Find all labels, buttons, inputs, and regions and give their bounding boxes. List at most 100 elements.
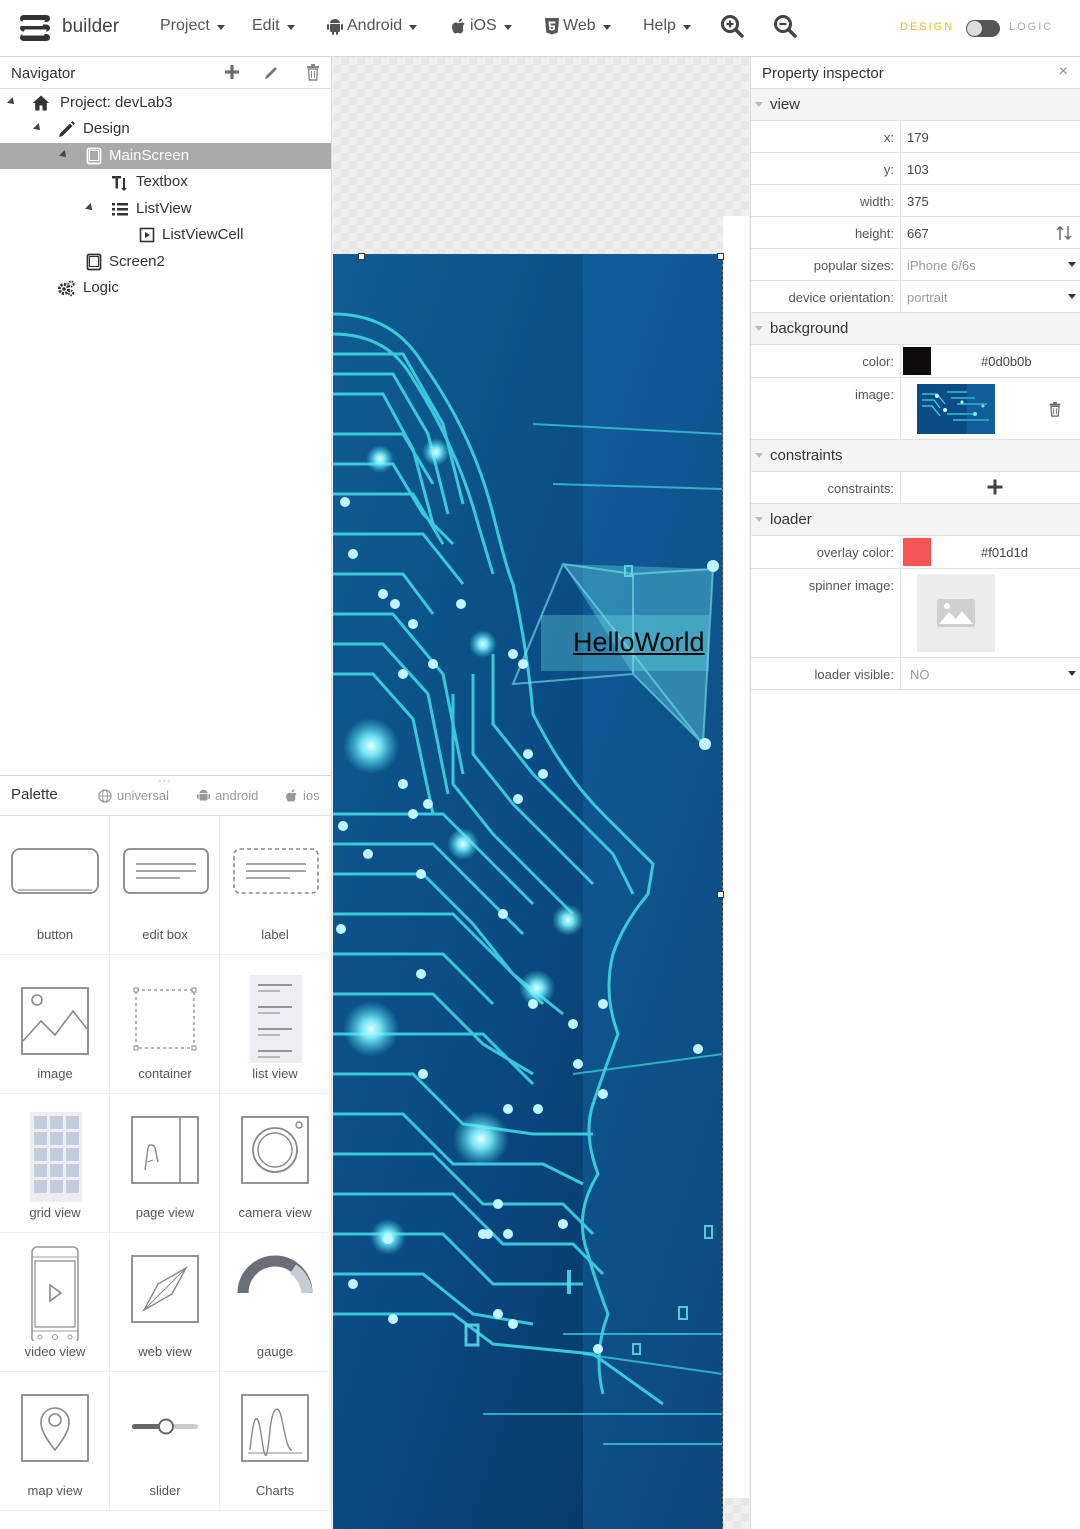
orientation-select[interactable]: portrait: [900, 281, 1080, 312]
resize-handle[interactable]: [717, 253, 724, 260]
palette-item-charts[interactable]: Charts: [220, 1372, 330, 1511]
palette-item-page-view[interactable]: page view: [110, 1094, 220, 1233]
helloworld-label[interactable]: HelloWorld: [541, 615, 709, 671]
overlay-color-input[interactable]: #f01d1d: [900, 536, 1080, 568]
width-input[interactable]: 375: [900, 185, 1080, 216]
android-icon: [327, 18, 343, 35]
prop-constraints: constraints:: [751, 472, 1080, 504]
spinner-image-input[interactable]: [900, 569, 1080, 657]
popular-sizes-select[interactable]: iPhone 6/6s: [900, 249, 1080, 280]
section-constraints[interactable]: constraints: [751, 440, 1080, 472]
collapse-arrow-icon[interactable]: [59, 150, 69, 160]
toggle-knob: [967, 21, 982, 36]
menu-android[interactable]: Android: [327, 17, 418, 35]
palette-tab-ios[interactable]: ios: [285, 788, 320, 803]
palette-item-image[interactable]: image: [0, 955, 110, 1094]
palette-item-gauge[interactable]: gauge: [220, 1233, 330, 1372]
color-swatch[interactable]: [903, 538, 931, 566]
loader-visible-select[interactable]: NO: [900, 658, 1080, 689]
palette-item-edit-box[interactable]: edit box: [110, 816, 220, 955]
palette-item-button[interactable]: button: [0, 816, 110, 955]
palette-item-video-view[interactable]: video view: [0, 1233, 110, 1372]
video-view-widget-icon: [31, 1246, 79, 1341]
palette-item-label[interactable]: label: [220, 816, 330, 955]
collapse-arrow-icon[interactable]: [33, 123, 43, 133]
menu-edit[interactable]: Edit: [252, 17, 295, 35]
tree-item-design[interactable]: Design: [0, 116, 331, 142]
tree-item-logic[interactable]: Logic: [0, 275, 331, 301]
trash-icon[interactable]: [1047, 400, 1063, 418]
gauge-widget-icon: [237, 1255, 313, 1294]
tree-item-mainscreen[interactable]: MainScreen: [0, 143, 331, 169]
design-mode-label[interactable]: DESIGN: [900, 21, 954, 33]
section-background[interactable]: background: [751, 313, 1080, 345]
collapse-arrow-icon[interactable]: [85, 203, 95, 213]
height-input[interactable]: 667: [900, 217, 1080, 248]
chevron-down-icon: [216, 25, 225, 30]
palette-item-grid-view[interactable]: grid view: [0, 1094, 110, 1233]
palette-item-web-view[interactable]: web view: [110, 1233, 220, 1372]
label-widget-icon: [233, 848, 319, 894]
prop-x: x: 179: [751, 121, 1080, 153]
collapse-arrow-icon[interactable]: [755, 453, 763, 458]
palette-item-slider[interactable]: slider: [110, 1372, 220, 1511]
chevron-down-icon: [602, 25, 611, 30]
resize-grip-icon[interactable]: ◦◦◦: [158, 776, 172, 787]
color-swatch[interactable]: [903, 347, 931, 375]
image-placeholder-icon[interactable]: [917, 574, 995, 652]
resize-handle[interactable]: [717, 891, 724, 898]
bg-color-input[interactable]: #0d0b0b: [900, 345, 1080, 377]
menu-ios[interactable]: iOS: [451, 17, 512, 35]
html5-icon: [545, 17, 559, 34]
palette-item-container[interactable]: container: [110, 955, 220, 1094]
palette-item-list-view[interactable]: list view: [220, 955, 330, 1094]
android-icon: [197, 789, 210, 800]
builder-logo-icon: [20, 15, 50, 41]
prop-overlay-color: overlay color: #f01d1d: [751, 536, 1080, 569]
collapse-arrow-icon[interactable]: [755, 517, 763, 522]
edit-pencil-icon[interactable]: [263, 63, 281, 81]
palette-tab-android[interactable]: android: [197, 788, 258, 803]
menu-project[interactable]: Project: [160, 17, 225, 35]
design-logic-toggle[interactable]: [966, 20, 1000, 37]
tree-item-screen2[interactable]: Screen2: [0, 249, 331, 275]
menu-help[interactable]: Help: [643, 17, 691, 35]
tree-item-listview[interactable]: ListView: [0, 196, 331, 222]
tree-item-listviewcell[interactable]: ListViewCell: [0, 222, 331, 248]
circuit-face-background-image: [333, 254, 722, 1529]
section-view[interactable]: view: [751, 89, 1080, 121]
design-canvas[interactable]: HelloWorld: [333, 57, 749, 1529]
resize-handle[interactable]: [358, 253, 365, 260]
tree-item-textbox[interactable]: Textbox: [0, 169, 331, 195]
menu-web[interactable]: Web: [545, 17, 611, 35]
collapse-arrow-icon[interactable]: [755, 102, 763, 107]
chevron-down-icon: [1068, 262, 1076, 267]
x-input[interactable]: 179: [900, 121, 1080, 152]
background-image-thumbnail[interactable]: [917, 384, 995, 434]
zoom-out-icon[interactable]: [772, 13, 798, 39]
add-icon[interactable]: [223, 63, 241, 81]
logic-mode-label[interactable]: LOGIC: [1009, 21, 1053, 33]
section-loader[interactable]: loader: [751, 504, 1080, 536]
palette-item-camera-view[interactable]: camera view: [220, 1094, 330, 1233]
zoom-in-icon[interactable]: [719, 13, 745, 39]
palette-item-map-view[interactable]: map view: [0, 1372, 110, 1511]
tablet-icon: [86, 253, 102, 271]
chevron-down-icon: [286, 25, 295, 30]
main-screen-preview[interactable]: HelloWorld: [333, 254, 723, 1529]
palette-tab-universal[interactable]: universal: [98, 788, 169, 803]
collapse-arrow-icon[interactable]: [7, 97, 17, 107]
tree-item-project[interactable]: Project: devLab3: [0, 90, 331, 116]
navigator-panel: Navigator Project: devLab3 Design MainSc…: [0, 57, 332, 775]
palette-header: ◦◦◦ Palette universal android ios: [0, 776, 331, 816]
add-constraint-icon[interactable]: [986, 478, 1004, 496]
y-input[interactable]: 103: [900, 153, 1080, 184]
close-icon[interactable]: ×: [1059, 63, 1068, 81]
globe-icon: [98, 788, 112, 803]
collapse-arrow-icon[interactable]: [755, 326, 763, 331]
swap-dimensions-icon[interactable]: [1055, 223, 1073, 243]
chevron-down-icon: [503, 25, 512, 30]
edit-box-widget-icon: [123, 848, 209, 894]
bg-image-input[interactable]: [900, 378, 1080, 439]
trash-icon[interactable]: [304, 63, 322, 81]
